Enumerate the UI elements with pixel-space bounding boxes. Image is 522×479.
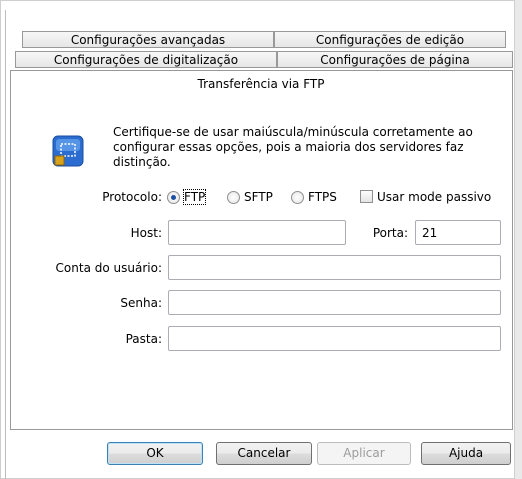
radio-sftp-label[interactable]: SFTP [244, 190, 273, 204]
radio-ftps[interactable] [291, 191, 304, 204]
host-input[interactable] [168, 220, 346, 245]
tab-scan-settings[interactable]: Configurações de digitalização [15, 51, 277, 68]
password-input[interactable] [168, 290, 501, 315]
user-account-input[interactable] [168, 255, 501, 280]
tab-edit-settings[interactable]: Configurações de edição [274, 31, 506, 48]
apply-button[interactable]: Aplicar [317, 442, 411, 465]
radio-ftps-label[interactable]: FTPS [308, 190, 337, 204]
folder-label: Pasta: [125, 332, 162, 346]
radio-sftp[interactable] [227, 191, 240, 204]
ftp-panel [10, 70, 513, 430]
port-label: Porta: [372, 226, 408, 240]
folder-input[interactable] [168, 326, 501, 351]
panel-title: Transferência via FTP [197, 77, 325, 91]
passive-mode-checkbox[interactable] [360, 190, 373, 203]
radio-ftp[interactable] [167, 191, 180, 204]
info-message: Certifique-se de usar maiúscula/minúscul… [113, 125, 473, 169]
cancel-button[interactable]: Cancelar [216, 442, 312, 465]
passive-mode-label[interactable]: Usar mode passivo [377, 190, 491, 204]
user-account-label: Conta do usuário: [55, 261, 162, 275]
right-edge [514, 0, 522, 479]
help-button[interactable]: Ajuda [421, 442, 511, 465]
tab-page-settings[interactable]: Configurações de página [277, 51, 513, 68]
port-input[interactable] [415, 220, 501, 245]
radio-ftp-label[interactable]: FTP [182, 189, 207, 205]
ok-button[interactable]: OK [107, 442, 203, 465]
tab-advanced-settings[interactable]: Configurações avançadas [22, 31, 274, 48]
host-label: Host: [130, 226, 162, 240]
password-label: Senha: [120, 296, 162, 310]
protocol-label: Protocolo: [102, 190, 162, 204]
ftp-settings-icon [52, 135, 84, 167]
